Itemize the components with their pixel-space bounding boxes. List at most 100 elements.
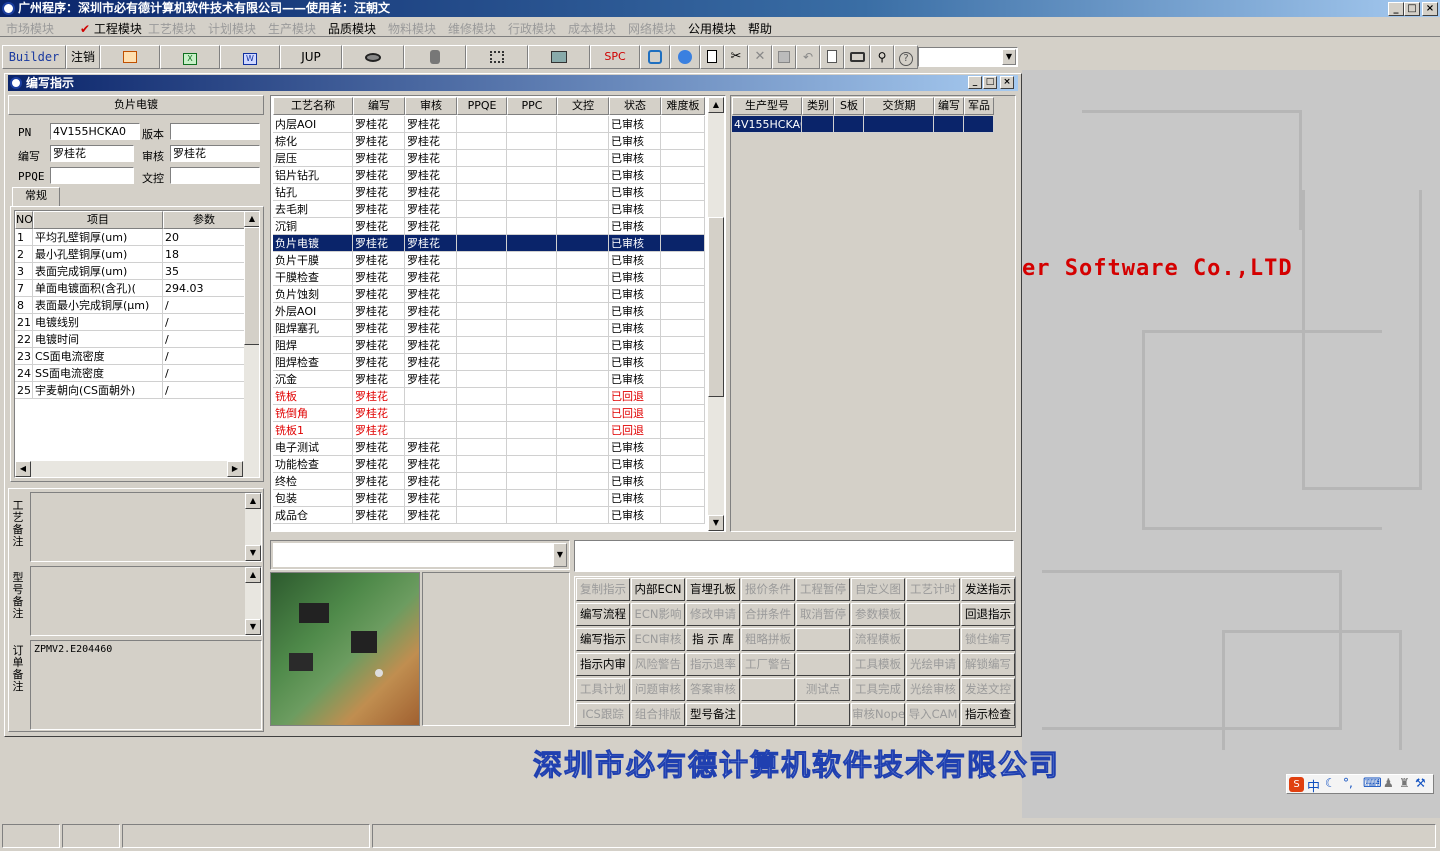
globe-button[interactable] (670, 45, 700, 69)
scroll-up-icon[interactable]: ▲ (708, 97, 724, 113)
scroll-down-icon[interactable]: ▼ (708, 515, 724, 531)
maximize-button[interactable]: □ (1404, 2, 1420, 16)
table-row[interactable]: 铝片钻孔 罗桂花 罗桂花 已审核 (273, 167, 705, 184)
child-minimize-button[interactable]: _ (968, 76, 982, 89)
menu-12[interactable]: 帮助 (748, 20, 772, 37)
table-row[interactable]: 2 最小孔壁铜厚(um) 18 (15, 246, 245, 263)
column-header[interactable]: PPQE (457, 97, 507, 115)
action-button[interactable]: 流程模板 (851, 628, 905, 651)
menu-9[interactable]: 成本模块 (568, 20, 616, 37)
action-button[interactable]: 修改申请 (686, 603, 740, 626)
menu-8[interactable]: 行政模块 (508, 20, 556, 37)
table-row[interactable]: 25 宇麦朝向(CS面朝外) / (15, 382, 245, 399)
scroll-thumb[interactable] (708, 217, 724, 397)
column-header[interactable]: 参数 (163, 211, 245, 229)
action-button[interactable]: 发送文控 (961, 678, 1015, 701)
action-button[interactable]: 解锁编写 (961, 653, 1015, 676)
column-header[interactable]: 文控 (557, 97, 609, 115)
order-note-field[interactable]: ZPMV2.E204460 (30, 640, 262, 730)
action-button[interactable]: 参数模板 (851, 603, 905, 626)
param-vscroll[interactable]: ▲ (244, 211, 259, 461)
column-header[interactable]: 编写 (934, 97, 964, 115)
punctuation-icon[interactable]: °, (1343, 776, 1353, 790)
action-button[interactable] (796, 653, 850, 676)
table-row[interactable]: 功能检查 罗桂花 罗桂花 已审核 (273, 456, 705, 473)
ppqe-field[interactable] (50, 167, 134, 184)
moon-icon[interactable]: ☾ (1325, 776, 1336, 790)
table-row[interactable]: 沉金 罗桂花 罗桂花 已审核 (273, 371, 705, 388)
action-button[interactable] (741, 678, 795, 701)
action-button[interactable]: 测试点 (796, 678, 850, 701)
action-button[interactable]: 工程暂停 (796, 578, 850, 601)
menu-2[interactable]: 工艺模块 (148, 20, 196, 37)
action-button[interactable]: 工具计划 (576, 678, 630, 701)
action-button[interactable]: 取消暂停 (796, 603, 850, 626)
help-button[interactable]: ? (894, 45, 918, 69)
table-row[interactable]: 铣板 罗桂花 已回退 (273, 388, 705, 405)
builder-button[interactable]: Builder (2, 45, 66, 69)
action-button[interactable]: 指示检查 (961, 703, 1015, 726)
ime-toolbar[interactable]: S 中 ☾ °, ⌨ ♟ ♜ ⚒ (1286, 774, 1434, 795)
scroll-left-icon[interactable]: ◀ (15, 461, 31, 477)
logout-button[interactable]: 注销 (66, 45, 100, 69)
table-row[interactable]: 层压 罗桂花 罗桂花 已审核 (273, 150, 705, 167)
version-field[interactable] (170, 123, 260, 140)
menu-6[interactable]: 物料模块 (388, 20, 436, 37)
menu-4[interactable]: 生产模块 (268, 20, 316, 37)
column-header[interactable]: 审核 (405, 97, 457, 115)
action-button[interactable]: 工具模板 (851, 653, 905, 676)
table-row[interactable]: 成品仓 罗桂花 罗桂花 已审核 (273, 507, 705, 524)
table-row[interactable]: 1 平均孔壁铜厚(um) 20 (15, 229, 245, 246)
table-row[interactable]: 去毛刺 罗桂花 罗桂花 已审核 (273, 201, 705, 218)
action-button[interactable]: 报价条件 (741, 578, 795, 601)
action-button[interactable]: ECN审核 (631, 628, 685, 651)
model-note-field[interactable]: ▲ ▼ (30, 566, 262, 636)
action-button[interactable] (741, 703, 795, 726)
process-vscroll[interactable]: ▲ ▼ (708, 97, 724, 531)
table-row[interactable]: 铣倒角 罗桂花 已回退 (273, 405, 705, 422)
action-button[interactable]: 指 示 库 (686, 628, 740, 651)
table-row[interactable]: 干膜检查 罗桂花 罗桂花 已审核 (273, 269, 705, 286)
action-button[interactable]: 编写流程 (576, 603, 630, 626)
table-row[interactable]: 棕化 罗桂花 罗桂花 已审核 (273, 133, 705, 150)
action-button[interactable]: 锁住编写 (961, 628, 1015, 651)
action-button[interactable]: 工具完成 (851, 678, 905, 701)
action-button[interactable]: 合拼条件 (741, 603, 795, 626)
menu-1[interactable]: ✔ 工程模块 (80, 20, 142, 37)
action-button[interactable] (906, 628, 960, 651)
menu-10[interactable]: 网络模块 (628, 20, 676, 37)
word-button[interactable]: W (220, 45, 280, 69)
action-button[interactable]: ECN影响 (631, 603, 685, 626)
excel-button[interactable]: X (160, 45, 220, 69)
column-header[interactable]: 项目 (33, 211, 163, 229)
find-button[interactable]: ⚲ (870, 45, 894, 69)
action-button[interactable]: 问题审核 (631, 678, 685, 701)
action-button[interactable]: 型号备注 (686, 703, 740, 726)
action-button[interactable]: 指示退率 (686, 653, 740, 676)
doc-control-field[interactable] (170, 167, 260, 184)
instruction-text-field[interactable] (574, 540, 1014, 572)
action-button[interactable]: 答案审核 (686, 678, 740, 701)
action-button[interactable]: 自定义图 (851, 578, 905, 601)
ime-language-label[interactable]: 中 (1307, 776, 1320, 795)
menu-11[interactable]: 公用模块 (688, 20, 736, 37)
action-button[interactable]: 盲埋孔板 (686, 578, 740, 601)
table-row[interactable]: 终检 罗桂花 罗桂花 已审核 (273, 473, 705, 490)
table-row[interactable]: 负片电镀 罗桂花 罗桂花 已审核 (273, 235, 705, 252)
action-button[interactable]: 粗略拼板 (741, 628, 795, 651)
menu-0[interactable]: 市场模块 (6, 20, 54, 37)
action-button[interactable] (796, 628, 850, 651)
combo-box[interactable]: ▼ (270, 540, 570, 570)
jup-button[interactable]: JUP (280, 45, 342, 69)
pn-field[interactable]: 4V155HCKA0 (50, 123, 140, 140)
chevron-down-icon[interactable]: ▼ (1002, 49, 1016, 65)
close-button[interactable]: × (1422, 2, 1438, 16)
column-header[interactable]: 状态 (609, 97, 661, 115)
table-row[interactable]: 24 SS面电流密度 / (15, 365, 245, 382)
tab-general[interactable]: 常规 (12, 187, 60, 207)
menu-7[interactable]: 维修模块 (448, 20, 496, 37)
column-header[interactable]: 军品 (964, 97, 994, 115)
delete-button[interactable]: ✕ (748, 45, 772, 69)
undo-button[interactable]: ↶ (796, 45, 820, 69)
action-button[interactable]: 组合排版 (631, 703, 685, 726)
